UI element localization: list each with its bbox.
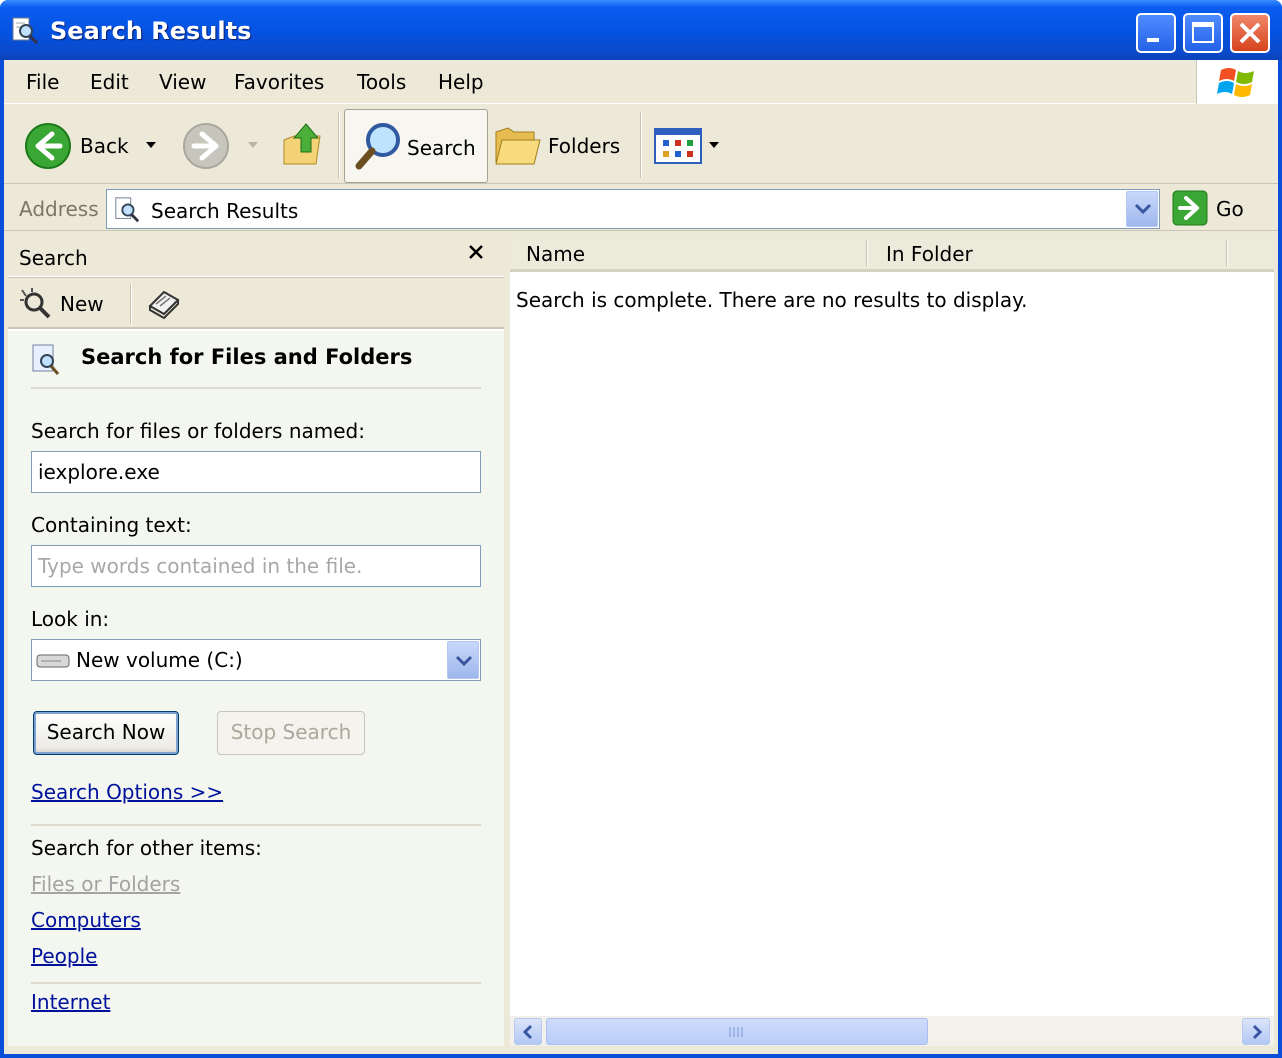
views-grid-icon — [654, 128, 702, 164]
menu-file[interactable]: File — [26, 70, 59, 94]
column-divider[interactable] — [866, 240, 868, 266]
computers-link[interactable]: Computers — [31, 908, 141, 932]
stop-search-button[interactable]: Stop Search — [217, 711, 365, 755]
maximize-icon — [1192, 22, 1214, 43]
title-bar[interactable]: Search Results — [0, 0, 1282, 60]
address-bar: Address Search Results Go — [4, 185, 1278, 231]
close-pane-icon[interactable] — [464, 240, 488, 264]
search-buttons-row: Search Now Stop Search — [31, 711, 491, 757]
search-results-icon — [12, 17, 39, 45]
address-input[interactable]: Search Results — [106, 189, 1160, 229]
search-toolbar-button[interactable]: Search — [344, 109, 488, 183]
containing-text-input[interactable]: Type words contained in the file. — [31, 545, 481, 587]
chevron-down-icon — [455, 655, 473, 667]
standard-toolbar: Back Search Folders — [4, 106, 1278, 184]
results-column-header: Name In Folder — [510, 234, 1274, 272]
search-pane-header: Search — [8, 234, 504, 276]
magnifier-icon — [355, 123, 400, 170]
address-label: Address — [19, 197, 99, 221]
window-title: Search Results — [50, 17, 252, 45]
folders-icon — [495, 127, 541, 165]
containing-text-label: Containing text: — [31, 513, 192, 537]
divider — [31, 387, 481, 389]
back-dropdown-icon[interactable] — [144, 140, 158, 150]
maximize-button[interactable] — [1183, 13, 1223, 53]
chevron-down-icon — [1134, 203, 1152, 215]
forward-dropdown-icon[interactable] — [246, 140, 260, 150]
minimize-icon — [1147, 38, 1159, 42]
search-form-heading: Search for Files and Folders — [81, 345, 413, 369]
new-search-icon — [20, 288, 51, 319]
column-divider[interactable] — [1226, 240, 1228, 266]
search-form: Search for Files and Folders Search for … — [8, 331, 504, 1046]
search-label: Search — [407, 136, 476, 160]
windows-flag-icon — [1217, 68, 1254, 97]
filename-input[interactable]: iexplore.exe — [31, 451, 481, 493]
search-pane: Search New Search for Files and Folders … — [8, 234, 504, 1046]
toolbar-separator — [640, 112, 642, 178]
menu-favorites[interactable]: Favorites — [234, 70, 324, 94]
back-button[interactable]: Back — [24, 122, 154, 169]
other-items-label: Search for other items: — [31, 836, 262, 860]
toolbar-separator — [130, 284, 132, 324]
search-document-icon — [32, 344, 60, 375]
search-results-icon — [115, 197, 140, 223]
results-pane: Name In Folder Search is complete. There… — [510, 234, 1274, 1046]
address-value: Search Results — [151, 199, 299, 223]
column-name[interactable]: Name — [526, 242, 585, 266]
search-options-link[interactable]: Search Options >> — [31, 780, 223, 804]
drive-icon — [36, 654, 70, 668]
people-link[interactable]: People — [31, 944, 97, 968]
look-in-select[interactable]: New volume (C:) — [31, 639, 481, 681]
filename-label: Search for files or folders named: — [31, 419, 365, 443]
horizontal-scrollbar[interactable] — [510, 1016, 1274, 1046]
forward-arrow-icon[interactable] — [182, 122, 230, 170]
divider — [31, 824, 481, 826]
back-label: Back — [80, 134, 129, 158]
new-search-label: New — [60, 292, 104, 316]
folders-button[interactable]: Folders — [494, 122, 634, 168]
menu-bar: File Edit View Favorites Tools Help — [4, 60, 1196, 104]
close-icon — [1239, 22, 1261, 44]
look-in-dropdown-button[interactable] — [447, 641, 479, 679]
menu-help[interactable]: Help — [438, 70, 484, 94]
menu-view[interactable]: View — [159, 70, 206, 94]
filename-value: iexplore.exe — [38, 460, 160, 484]
menu-tools[interactable]: Tools — [357, 70, 406, 94]
close-button[interactable] — [1230, 13, 1270, 53]
search-pane-title: Search — [19, 246, 88, 270]
scroll-thumb[interactable] — [546, 1018, 928, 1045]
look-in-value: New volume (C:) — [76, 648, 243, 672]
views-dropdown-icon — [709, 142, 719, 148]
views-button[interactable] — [654, 128, 720, 166]
divider — [31, 982, 481, 984]
new-search-button[interactable]: New — [18, 286, 128, 322]
toolbar-separator — [338, 112, 340, 178]
containing-text-placeholder: Type words contained in the file. — [38, 554, 363, 578]
window-client: File Edit View Favorites Tools Help Back… — [4, 60, 1278, 1054]
minimize-button[interactable] — [1136, 13, 1176, 53]
menu-edit[interactable]: Edit — [90, 70, 129, 94]
column-in-folder[interactable]: In Folder — [886, 242, 973, 266]
results-message: Search is complete. There are no results… — [516, 288, 1028, 312]
windows-logo-area — [1196, 60, 1278, 104]
go-button[interactable]: Go — [1216, 197, 1244, 221]
address-dropdown-button[interactable] — [1126, 191, 1158, 227]
up-folder-icon[interactable] — [280, 120, 324, 168]
look-in-label: Look in: — [31, 607, 110, 631]
internet-link[interactable]: Internet — [31, 990, 110, 1014]
go-arrow-icon[interactable] — [1172, 190, 1208, 226]
scroll-left-button[interactable] — [514, 1018, 542, 1045]
scroll-right-button[interactable] — [1242, 1018, 1270, 1045]
explorer-window: Search Results File Edit View Favorites … — [0, 0, 1282, 1058]
files-or-folders-link[interactable]: Files or Folders — [31, 872, 180, 896]
back-arrow-icon — [25, 123, 71, 169]
folders-label: Folders — [548, 134, 621, 158]
chevron-right-icon — [1252, 1024, 1263, 1040]
search-companion-book-icon[interactable] — [146, 286, 182, 320]
search-pane-toolbar: New — [8, 277, 504, 329]
search-now-button[interactable]: Search Now — [33, 711, 179, 755]
grip-icon — [729, 1027, 743, 1037]
chevron-left-icon — [522, 1024, 533, 1040]
